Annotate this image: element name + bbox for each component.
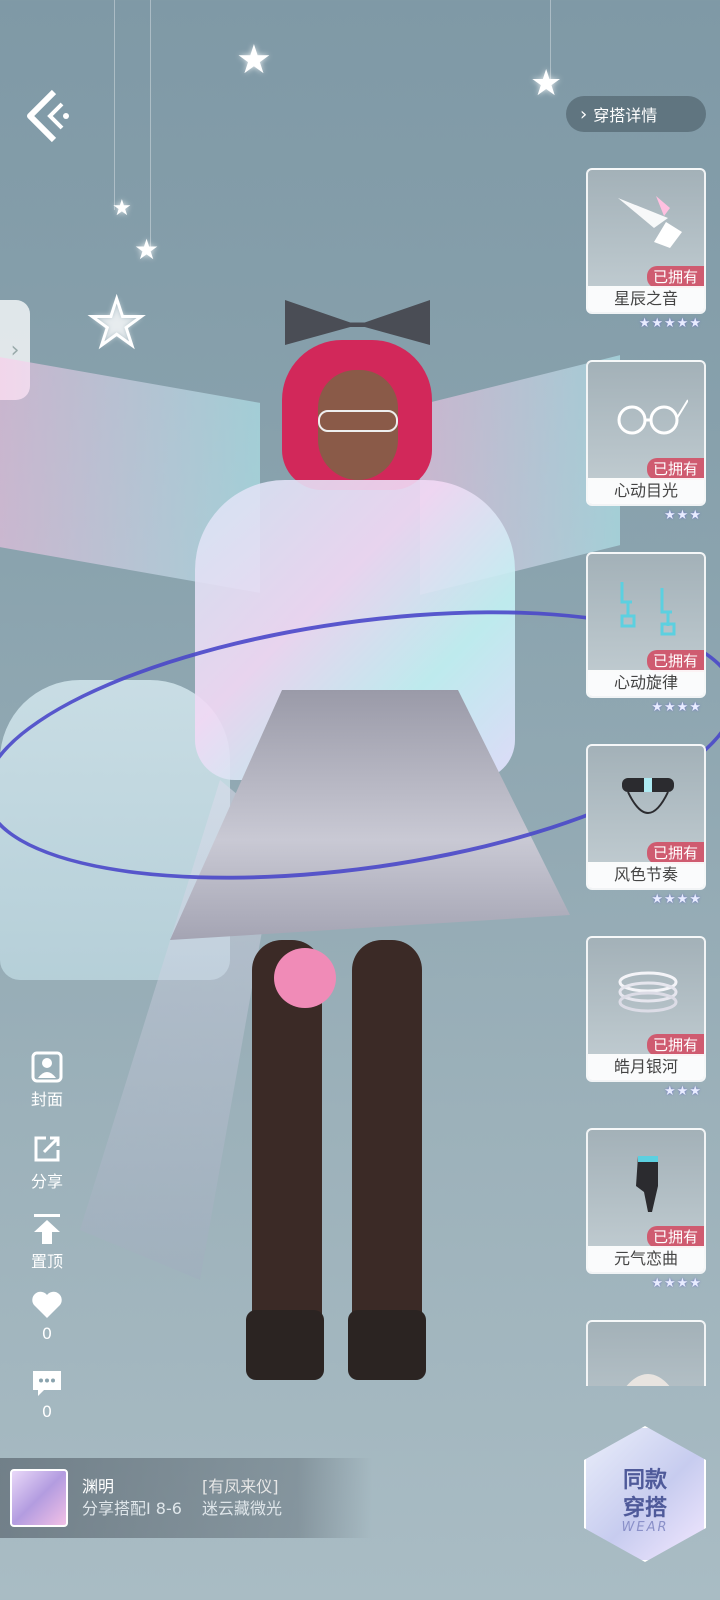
cover-label: 封面 bbox=[30, 1090, 63, 1109]
hair-accessory-icon bbox=[608, 1340, 688, 1386]
item-name: 心动目光 bbox=[588, 478, 704, 504]
music-note-icon bbox=[608, 188, 688, 258]
outfit-item[interactable]: 已拥有 星辰之音 ★★★★★ bbox=[586, 168, 706, 334]
rarity-stars: ★★★★ bbox=[651, 892, 702, 907]
outfit-item[interactable]: 已拥有 心动旋律 ★★★★ bbox=[586, 552, 706, 718]
outfit-item[interactable]: 已拥有 皓月银河 ★★★ bbox=[586, 936, 706, 1102]
comment-button[interactable]: 0 bbox=[22, 1368, 72, 1421]
outfit-detail-label: 穿搭详情 bbox=[593, 106, 658, 125]
outfit-item[interactable]: 已拥有 风色节奏 ★★★★ bbox=[586, 744, 706, 910]
pin-top-button[interactable]: 置顶 bbox=[22, 1212, 72, 1272]
user-name: 渊明 bbox=[82, 1477, 115, 1496]
rarity-stars: ★★★ bbox=[664, 508, 702, 523]
user-info-bar[interactable]: 渊明 [有凤来仪] 分享搭配I 8-6 迷云藏微光 bbox=[0, 1458, 372, 1538]
owned-badge: 已拥有 bbox=[646, 842, 704, 864]
bracelet-icon bbox=[608, 956, 688, 1026]
pin-label: 置顶 bbox=[30, 1252, 63, 1271]
item-name: 星辰之音 bbox=[588, 286, 704, 312]
item-name: 皓月银河 bbox=[588, 1054, 704, 1080]
item-name: 元气恋曲 bbox=[588, 1246, 704, 1272]
avatar[interactable] bbox=[10, 1469, 68, 1527]
like-count: 0 bbox=[41, 1324, 53, 1343]
outfit-name: 迷云藏微光 bbox=[202, 1499, 283, 1518]
portrait-icon bbox=[31, 1051, 63, 1083]
rarity-stars: ★★★★ bbox=[651, 1276, 702, 1291]
star-icon: ★ bbox=[530, 63, 563, 104]
heart-icon bbox=[32, 1291, 62, 1318]
rarity-stars: ★★★ bbox=[664, 1084, 702, 1099]
star-icon: ★ bbox=[134, 233, 160, 266]
cat-charm bbox=[274, 948, 336, 1008]
item-name: 心动旋律 bbox=[588, 670, 704, 696]
share-icon bbox=[34, 1136, 60, 1162]
earring-icon bbox=[608, 572, 688, 642]
share-label: 分享 bbox=[30, 1172, 63, 1191]
choker-icon bbox=[608, 764, 688, 834]
owned-badge: 已拥有 bbox=[646, 458, 704, 480]
glove-icon bbox=[608, 1148, 688, 1218]
back-button[interactable] bbox=[22, 88, 72, 144]
outfit-item[interactable]: 已拥有 元气恋曲 ★★★★ bbox=[586, 1128, 706, 1294]
same-outfit-label-2: 穿搭 bbox=[622, 1496, 667, 1521]
chevron-right-icon: › bbox=[580, 103, 588, 125]
glasses-icon bbox=[608, 380, 688, 450]
item-name: 风色节奏 bbox=[588, 862, 704, 888]
share-info: 分享搭配I 8-6 bbox=[82, 1499, 182, 1518]
character-glasses bbox=[318, 410, 398, 432]
decor-string bbox=[114, 0, 115, 210]
star-icon: ★ bbox=[236, 37, 272, 83]
comment-icon bbox=[33, 1371, 61, 1396]
user-tag: [有凤来仪] bbox=[202, 1477, 279, 1496]
outfit-item[interactable]: 已拥有 心动目光 ★★★ bbox=[586, 360, 706, 526]
outfit-item[interactable] bbox=[586, 1320, 706, 1386]
comment-count: 0 bbox=[41, 1402, 53, 1421]
outfit-detail-button[interactable]: › 穿搭详情 bbox=[566, 96, 706, 132]
star-icon: ★ bbox=[112, 196, 132, 221]
set-cover-button[interactable]: 封面 bbox=[22, 1050, 72, 1110]
owned-badge: 已拥有 bbox=[646, 266, 704, 288]
same-outfit-button[interactable]: 同款 穿搭 WEAR bbox=[584, 1426, 706, 1562]
rarity-stars: ★★★★★ bbox=[638, 316, 702, 331]
decor-string bbox=[150, 0, 151, 250]
owned-badge: 已拥有 bbox=[646, 650, 704, 672]
wear-label: WEAR bbox=[621, 1520, 669, 1535]
like-button[interactable]: 0 bbox=[22, 1290, 72, 1343]
character-stage bbox=[0, 280, 720, 1430]
owned-badge: 已拥有 bbox=[646, 1226, 704, 1248]
character-bow bbox=[285, 300, 430, 345]
rarity-stars: ★★★★ bbox=[651, 700, 702, 715]
share-button[interactable]: 分享 bbox=[22, 1132, 72, 1192]
pin-top-icon bbox=[34, 1214, 60, 1244]
character-legs bbox=[246, 940, 426, 1380]
chevron-left-icon bbox=[27, 89, 69, 143]
owned-badge: 已拥有 bbox=[646, 1034, 704, 1056]
